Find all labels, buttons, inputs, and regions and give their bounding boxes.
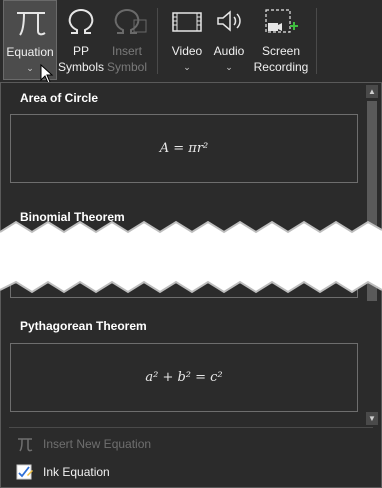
pi-icon [17,12,46,36]
equation-item-area-of-circle[interactable]: A = πr² [10,114,358,183]
insert-new-equation-label: Insert New Equation [43,437,152,451]
film-icon [172,12,202,32]
ink-equation-label: Ink Equation [43,465,110,479]
insert-symbol-label-line1: Insert [111,44,142,58]
chevron-down-icon: ⌄ [225,62,233,72]
chevron-down-icon: ⌄ [183,62,191,72]
section-title-area-of-circle: Area of Circle [20,91,99,105]
equation-label: Equation [6,45,54,59]
video-button[interactable]: Video ⌄ [166,0,208,80]
screen-recording-label-line2: Recording [253,60,309,74]
screen-recording-label-line1: Screen [261,44,301,58]
pi-icon [18,438,33,452]
screen-recording-icon [265,9,298,33]
section-title-pythagorean-theorem: Pythagorean Theorem [20,319,147,333]
insert-symbol-label-line2: Symbol [106,60,147,74]
equation-item-pythagorean-theorem[interactable]: a² + b² = c² [10,343,358,412]
pp-symbols-button[interactable]: PP Symbols [58,0,104,80]
equation-preview: a² + b² = c² [145,370,223,385]
torn-edge-overlay [0,220,382,294]
video-label: Video [171,44,203,58]
ink-equation-menu-item[interactable]: Ink Equation [1,461,363,483]
insert-new-equation-menu-item[interactable]: Insert New Equation [1,433,363,455]
pp-symbols-label-line2: Symbols [58,60,105,74]
insert-ribbon: Equation ⌄ PP Symbols Insert Symbol Vide… [0,0,382,82]
scroll-up-arrow-icon[interactable]: ▲ [366,85,378,98]
insert-symbol-button[interactable]: Insert Symbol [104,0,150,80]
pp-symbols-label-line1: PP [72,44,89,58]
audio-label: Audio [213,44,245,58]
ribbon-separator [157,8,158,74]
ink-equation-icon [16,464,33,480]
omega-icon [114,8,147,34]
mouse-cursor-icon [40,64,54,84]
screen-recording-button[interactable]: Screen Recording [251,0,311,80]
audio-button[interactable]: Audio ⌄ [209,0,249,80]
scroll-down-arrow-icon[interactable]: ▼ [366,412,378,425]
ribbon-separator [316,8,317,74]
equation-preview: A = πr² [159,141,209,156]
speaker-icon [217,10,241,32]
omega-icon [68,8,94,34]
menu-separator [9,427,373,428]
